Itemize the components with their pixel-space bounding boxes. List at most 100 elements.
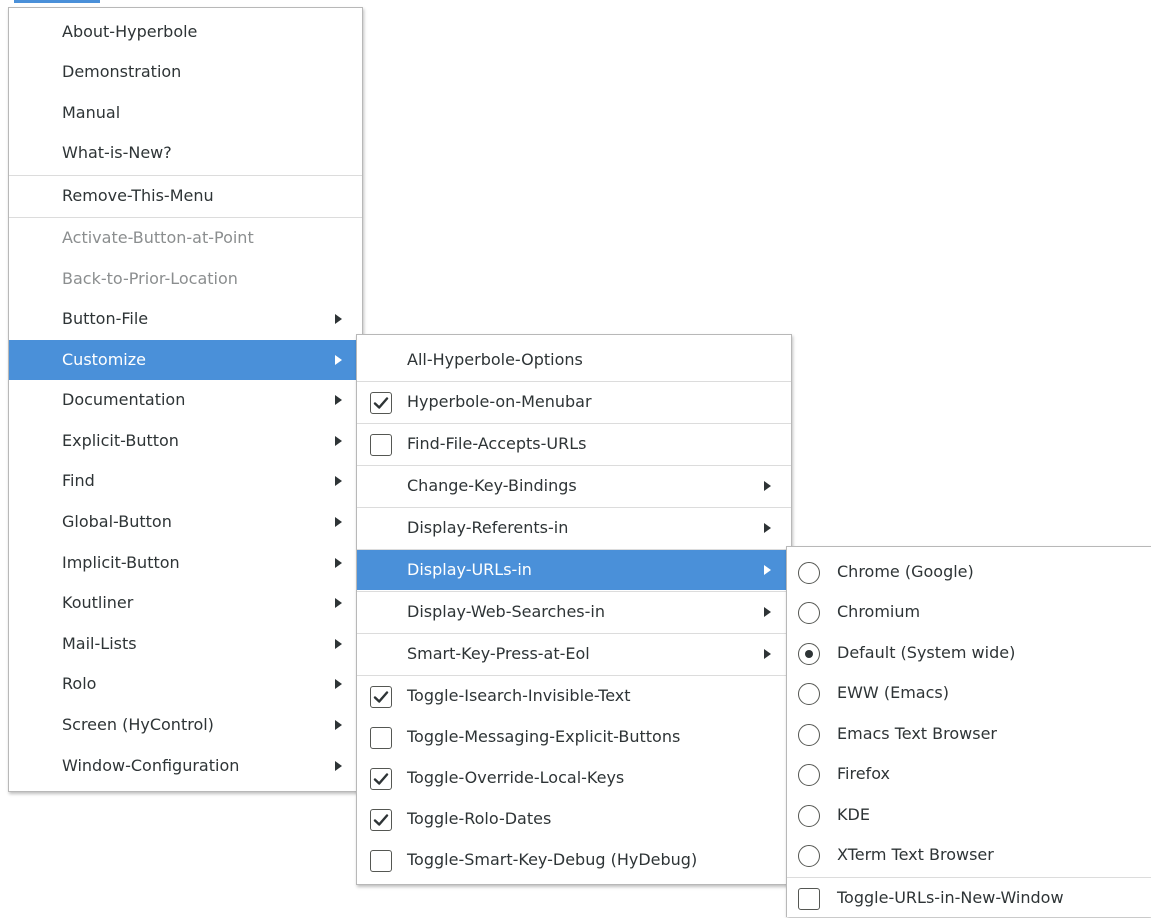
menu-item-label: Remove-This-Menu (62, 186, 214, 205)
customize-submenu: All-Hyperbole-Options Hyperbole-on-Menub… (356, 334, 792, 885)
radio-unselected-icon[interactable] (798, 845, 820, 867)
menu-item-about-hyperbole[interactable]: About-Hyperbole (9, 12, 362, 52)
menu-item-label: Toggle-Smart-Key-Debug (HyDebug) (407, 850, 698, 869)
menu-item-emacs-text-browser[interactable]: Emacs Text Browser (787, 714, 1151, 754)
menu-item-display-referents-in[interactable]: Display-Referents-in (357, 508, 791, 548)
submenu-arrow-icon (335, 355, 342, 365)
radio-unselected-icon[interactable] (798, 602, 820, 624)
checkbox-unchecked-icon[interactable] (370, 434, 392, 456)
menu-item-eww-emacs[interactable]: EWW (Emacs) (787, 673, 1151, 713)
menu-item-toggle-urls-in-new-window[interactable]: Toggle-URLs-in-New-Window (787, 878, 1151, 918)
menu-item-label: Display-Web-Searches-in (407, 602, 605, 621)
submenu-arrow-icon (764, 607, 771, 617)
menu-item-toggle-rolo-dates[interactable]: Toggle-Rolo-Dates (357, 799, 791, 839)
submenu-arrow-icon (335, 517, 342, 527)
menu-item-chromium[interactable]: Chromium (787, 592, 1151, 632)
submenu-arrow-icon (335, 395, 342, 405)
menu-item-global-button[interactable]: Global-Button (9, 502, 362, 542)
menu-item-rolo[interactable]: Rolo (9, 664, 362, 704)
checkbox-checked-icon[interactable] (370, 392, 392, 414)
menu-item-label: Button-File (62, 309, 149, 328)
menu-item-display-web-searches-in[interactable]: Display-Web-Searches-in (357, 592, 791, 632)
menu-item-label: Change-Key-Bindings (407, 476, 577, 495)
menu-item-label: Chrome (Google) (837, 562, 974, 581)
submenu-arrow-icon (335, 639, 342, 649)
menu-item-back-to-prior-location: Back-to-Prior-Location (9, 259, 362, 299)
radio-unselected-icon[interactable] (798, 562, 820, 584)
menu-item-find[interactable]: Find (9, 461, 362, 501)
menu-item-label: Activate-Button-at-Point (62, 228, 254, 247)
menu-item-label: Find-File-Accepts-URLs (407, 434, 587, 453)
menu-item-firefox[interactable]: Firefox (787, 754, 1151, 794)
menu-item-demonstration[interactable]: Demonstration (9, 52, 362, 92)
checkbox-unchecked-icon[interactable] (370, 850, 392, 872)
menu-item-mail-lists[interactable]: Mail-Lists (9, 624, 362, 664)
menu-item-label: Manual (62, 103, 121, 122)
menu-item-hyperbole-on-menubar[interactable]: Hyperbole-on-Menubar (357, 382, 791, 422)
submenu-arrow-icon (764, 523, 771, 533)
menu-item-activate-button-at-point: Activate-Button-at-Point (9, 218, 362, 258)
menu-item-find-file-accepts-urls[interactable]: Find-File-Accepts-URLs (357, 424, 791, 464)
radio-unselected-icon[interactable] (798, 764, 820, 786)
menu-item-label: Rolo (62, 674, 97, 693)
menu-item-change-key-bindings[interactable]: Change-Key-Bindings (357, 466, 791, 506)
radio-unselected-icon[interactable] (798, 724, 820, 746)
menu-item-all-hyperbole-options[interactable]: All-Hyperbole-Options (357, 340, 791, 380)
menu-item-what-is-new[interactable]: What-is-New? (9, 133, 362, 173)
menu-item-koutliner[interactable]: Koutliner (9, 583, 362, 623)
menu-item-label: Explicit-Button (62, 431, 179, 450)
radio-selected-icon[interactable] (798, 643, 820, 665)
submenu-arrow-icon (335, 598, 342, 608)
menu-item-toggle-smart-key-debug[interactable]: Toggle-Smart-Key-Debug (HyDebug) (357, 840, 791, 880)
menu-item-label: Smart-Key-Press-at-Eol (407, 644, 590, 663)
menu-item-label: Customize (62, 350, 146, 369)
menu-item-toggle-messaging-explicit-buttons[interactable]: Toggle-Messaging-Explicit-Buttons (357, 717, 791, 757)
submenu-arrow-icon (335, 558, 342, 568)
submenu-arrow-icon (764, 649, 771, 659)
menu-item-label: Firefox (837, 764, 890, 783)
menu-item-explicit-button[interactable]: Explicit-Button (9, 421, 362, 461)
submenu-arrow-icon (335, 720, 342, 730)
menu-item-remove-this-menu[interactable]: Remove-This-Menu (9, 176, 362, 216)
menu-item-implicit-button[interactable]: Implicit-Button (9, 543, 362, 583)
menu-item-window-configuration[interactable]: Window-Configuration (9, 746, 362, 786)
menu-item-label: Toggle-URLs-in-New-Window (837, 888, 1064, 907)
menu-item-label: Toggle-Rolo-Dates (407, 809, 552, 828)
menu-item-label: Back-to-Prior-Location (62, 269, 238, 288)
menu-item-xterm-text-browser[interactable]: XTerm Text Browser (787, 835, 1151, 875)
menu-item-smart-key-press-at-eol[interactable]: Smart-Key-Press-at-Eol (357, 634, 791, 674)
checkbox-checked-icon[interactable] (370, 768, 392, 790)
menu-item-label: Mail-Lists (62, 634, 137, 653)
menu-item-label: Find (62, 471, 95, 490)
menu-item-label: XTerm Text Browser (837, 845, 994, 864)
menu-item-default-system-wide[interactable]: Default (System wide) (787, 633, 1151, 673)
radio-unselected-icon[interactable] (798, 683, 820, 705)
menu-item-display-urls-in[interactable]: Display-URLs-in (357, 550, 791, 590)
menu-item-label: What-is-New? (62, 143, 172, 162)
menu-item-button-file[interactable]: Button-File (9, 299, 362, 339)
menu-item-label: Implicit-Button (62, 553, 180, 572)
checkbox-unchecked-icon[interactable] (798, 888, 820, 910)
menu-item-label: Demonstration (62, 62, 182, 81)
menu-item-toggle-override-local-keys[interactable]: Toggle-Override-Local-Keys (357, 758, 791, 798)
menu-item-label: Screen (HyControl) (62, 715, 214, 734)
menu-item-toggle-isearch-invisible-text[interactable]: Toggle-Isearch-Invisible-Text (357, 676, 791, 716)
checkbox-checked-icon[interactable] (370, 809, 392, 831)
menu-item-label: Hyperbole-on-Menubar (407, 392, 592, 411)
menu-item-screen-hycontrol[interactable]: Screen (HyControl) (9, 705, 362, 745)
menu-item-kde[interactable]: KDE (787, 795, 1151, 835)
menu-item-customize[interactable]: Customize (9, 340, 362, 380)
menu-item-label: Display-Referents-in (407, 518, 569, 537)
menu-item-label: Toggle-Isearch-Invisible-Text (407, 686, 631, 705)
menu-item-label: Default (System wide) (837, 643, 1016, 662)
menu-item-documentation[interactable]: Documentation (9, 380, 362, 420)
submenu-arrow-icon (335, 761, 342, 771)
checkbox-unchecked-icon[interactable] (370, 727, 392, 749)
submenu-arrow-icon (764, 565, 771, 575)
checkbox-checked-icon[interactable] (370, 686, 392, 708)
radio-unselected-icon[interactable] (798, 805, 820, 827)
menu-item-manual[interactable]: Manual (9, 93, 362, 133)
menu-item-chrome-google[interactable]: Chrome (Google) (787, 552, 1151, 592)
menu-item-label: Display-URLs-in (407, 560, 532, 579)
menu-item-label: About-Hyperbole (62, 22, 198, 41)
